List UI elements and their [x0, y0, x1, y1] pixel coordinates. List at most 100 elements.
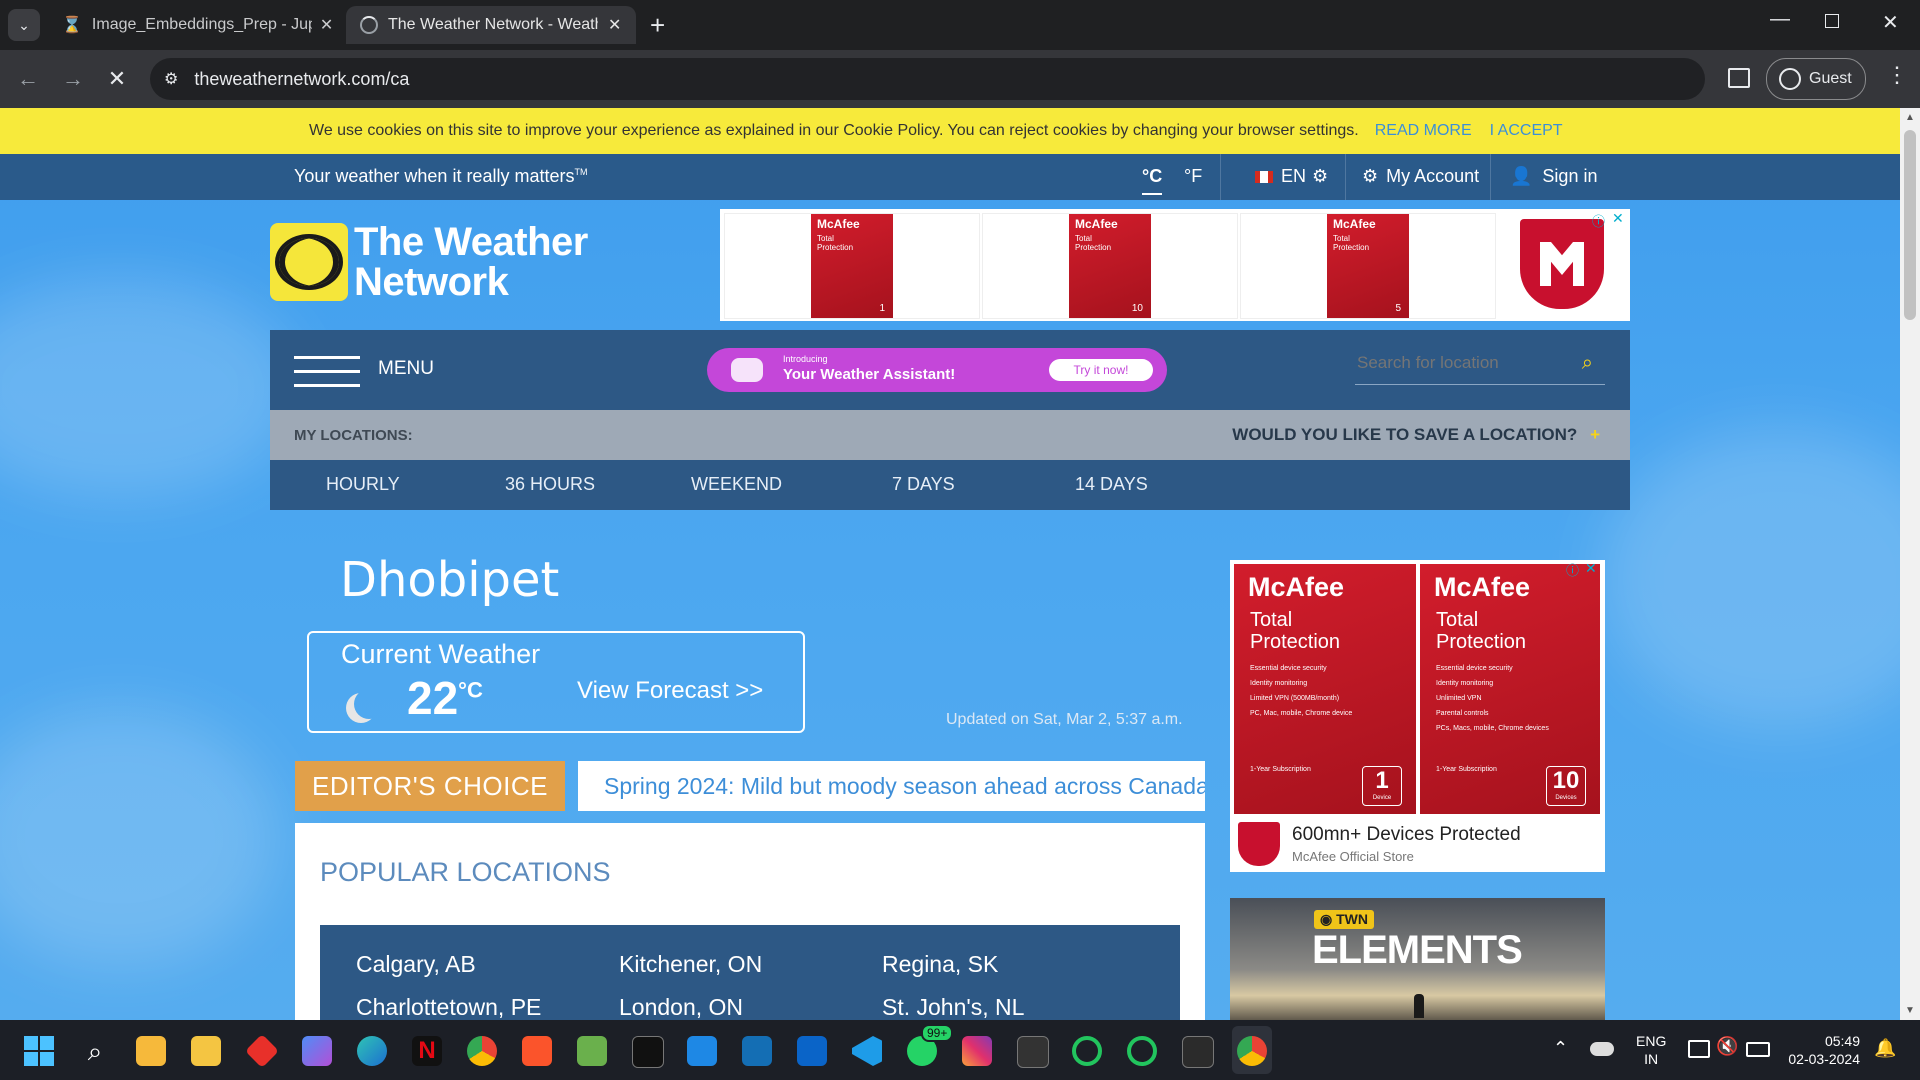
- celsius-toggle[interactable]: °C: [1142, 166, 1163, 195]
- chrome-active-icon[interactable]: [1237, 1036, 1267, 1066]
- app-red-diamond-icon[interactable]: [245, 1034, 279, 1068]
- prime-video-icon[interactable]: [742, 1036, 772, 1066]
- chrome-icon[interactable]: [467, 1036, 497, 1066]
- copilot-icon[interactable]: [302, 1036, 332, 1066]
- search-input[interactable]: [1355, 352, 1559, 374]
- powershell-icon[interactable]: [1182, 1036, 1214, 1068]
- scroll-up-arrow-icon[interactable]: ▲: [1905, 112, 1915, 123]
- widgets-icon[interactable]: [136, 1036, 166, 1066]
- whatsapp-icon[interactable]: 99+: [907, 1024, 954, 1066]
- location-link[interactable]: Regina, SK: [882, 951, 998, 978]
- instagram-icon[interactable]: [962, 1036, 992, 1066]
- close-icon[interactable]: ✕: [320, 15, 333, 35]
- location-link[interactable]: Calgary, AB: [356, 951, 476, 978]
- minimize-button[interactable]: —: [1770, 8, 1790, 31]
- windows-start-icon[interactable]: [24, 1036, 54, 1066]
- twn-elements-ad[interactable]: ◉ TWN ELEMENTS: [1230, 898, 1605, 1020]
- site-top-bar: Your weather when it really mattersTM °C…: [0, 154, 1900, 200]
- network-icon[interactable]: [1688, 1040, 1710, 1058]
- image-viewer-icon[interactable]: [577, 1036, 607, 1066]
- new-tab-button[interactable]: +: [650, 10, 665, 41]
- tab-jupyter[interactable]: ⌛ Image_Embeddings_Prep - Jupyter ✕: [50, 6, 340, 44]
- app-green-ring-2-icon[interactable]: [1127, 1036, 1157, 1066]
- edge-icon[interactable]: [357, 1036, 387, 1066]
- promo-intro: Introducing: [783, 354, 828, 364]
- search-icon[interactable]: ⌕: [1582, 352, 1593, 375]
- main-nav: MENU Introducing Your Weather Assistant!…: [270, 330, 1630, 410]
- editors-choice-headline[interactable]: Spring 2024: Mild but moody season ahead…: [578, 761, 1205, 811]
- tab-hourly[interactable]: HOURLY: [326, 474, 400, 495]
- location-link[interactable]: London, ON: [619, 994, 743, 1020]
- side-panel-icon[interactable]: [1728, 68, 1750, 88]
- file-explorer-icon[interactable]: [191, 1036, 221, 1066]
- site-logo[interactable]: The Weather Network: [270, 222, 588, 302]
- back-arrow-icon[interactable]: ←: [10, 61, 46, 97]
- onedrive-icon[interactable]: [1590, 1042, 1614, 1056]
- ad-device-count: 1: [1375, 767, 1389, 794]
- address-bar[interactable]: ⚙ theweathernetwork.com/ca: [150, 58, 1705, 100]
- ad-feature: Identity monitoring: [1250, 680, 1308, 687]
- forward-arrow-icon[interactable]: →: [55, 61, 91, 97]
- brave-icon[interactable]: [522, 1036, 552, 1066]
- read-more-link[interactable]: READ MORE: [1375, 122, 1472, 140]
- site-info-icon[interactable]: ⚙: [164, 69, 178, 89]
- scrollbar-thumb[interactable]: [1904, 130, 1916, 320]
- weather-assistant-promo[interactable]: Introducing Your Weather Assistant! Try …: [707, 348, 1167, 392]
- sign-in-link[interactable]: 👤 Sign in: [1510, 166, 1597, 187]
- my-account-link[interactable]: ⚙ My Account: [1362, 166, 1479, 187]
- tab-36-hours[interactable]: 36 HOURS: [505, 474, 595, 495]
- volume-muted-icon[interactable]: 🔇: [1716, 1036, 1738, 1057]
- netflix-icon[interactable]: N: [412, 1036, 442, 1066]
- save-location-prompt[interactable]: WOULD YOU LIKE TO SAVE A LOCATION? +: [1232, 425, 1600, 445]
- tab-strip: ⌄ ⌛ Image_Embeddings_Prep - Jupyter ✕ Th…: [0, 0, 1920, 50]
- profile-button[interactable]: Guest: [1766, 58, 1866, 100]
- app-blue-icon[interactable]: [687, 1036, 717, 1066]
- scroll-down-arrow-icon[interactable]: ▼: [1905, 1005, 1915, 1016]
- close-window-button[interactable]: ✕: [1882, 10, 1899, 35]
- tab-weekend[interactable]: WEEKEND: [691, 474, 782, 495]
- clock[interactable]: 05:49 02-03-2024: [1780, 1032, 1860, 1068]
- battery-icon[interactable]: [1746, 1042, 1770, 1057]
- tab-search-button[interactable]: ⌄: [8, 9, 40, 41]
- location-link[interactable]: Kitchener, ON: [619, 951, 762, 978]
- tab-14-days[interactable]: 14 DAYS: [1075, 474, 1148, 495]
- browser-menu-icon[interactable]: ⋮: [1886, 62, 1908, 88]
- ad-close-icon[interactable]: ✕: [1585, 560, 1597, 577]
- location-link[interactable]: Charlottetown, PE: [356, 994, 541, 1020]
- tab-7-days[interactable]: 7 DAYS: [892, 474, 955, 495]
- app-green-ring-icon[interactable]: [1072, 1036, 1102, 1066]
- ad-close-icon[interactable]: ✕: [1612, 210, 1624, 227]
- language-indicator[interactable]: ENG IN: [1636, 1032, 1666, 1068]
- hamburger-menu-icon[interactable]: [294, 356, 360, 387]
- ad-feature: PCs, Macs, mobile, Chrome devices: [1436, 725, 1549, 732]
- moon-icon: [354, 689, 384, 719]
- tab-weather-network[interactable]: The Weather Network - Weather ✕: [346, 6, 636, 44]
- restore-button[interactable]: [1825, 14, 1839, 28]
- accept-cookies-button[interactable]: I ACCEPT: [1490, 122, 1563, 140]
- search-icon[interactable]: ⌕: [80, 1036, 110, 1066]
- ad-info-icon[interactable]: ⓘ: [1566, 560, 1579, 579]
- page-scrollbar[interactable]: ▲ ▼: [1900, 108, 1920, 1020]
- menu-label[interactable]: MENU: [378, 358, 434, 380]
- location-link[interactable]: St. John's, NL: [882, 994, 1024, 1020]
- current-weather-card[interactable]: Current Weather 22°C View Forecast >>: [307, 631, 805, 733]
- forecast-tabs: HOURLY 36 HOURS WEEKEND 7 DAYS 14 DAYS: [270, 460, 1630, 510]
- notification-bell-icon[interactable]: 🔔: [1874, 1038, 1896, 1059]
- tray-chevron-up-icon[interactable]: ⌃: [1553, 1038, 1568, 1059]
- plus-icon: +: [1590, 425, 1600, 444]
- fahrenheit-toggle[interactable]: °F: [1184, 166, 1202, 187]
- terminal-icon[interactable]: [632, 1036, 664, 1068]
- location-search[interactable]: ⌕: [1355, 348, 1605, 385]
- ad-brand: McAfee: [1075, 217, 1118, 231]
- promo-cta-button[interactable]: Try it now!: [1049, 359, 1153, 381]
- view-forecast-link[interactable]: View Forecast >>: [577, 677, 763, 705]
- app-window-icon[interactable]: [1017, 1036, 1049, 1068]
- close-icon[interactable]: ✕: [608, 15, 621, 35]
- side-ad[interactable]: McAfee Total Protection Essential device…: [1230, 560, 1605, 872]
- top-ad-banner[interactable]: McAfee Total Protection 1 McAfee Total P…: [720, 209, 1630, 321]
- outlook-icon[interactable]: [797, 1036, 827, 1066]
- ad-info-icon[interactable]: ⓘ: [1592, 211, 1605, 230]
- stop-loading-icon[interactable]: ✕: [99, 61, 135, 97]
- vscode-icon[interactable]: [852, 1036, 882, 1066]
- language-selector[interactable]: EN ⚙: [1255, 166, 1328, 187]
